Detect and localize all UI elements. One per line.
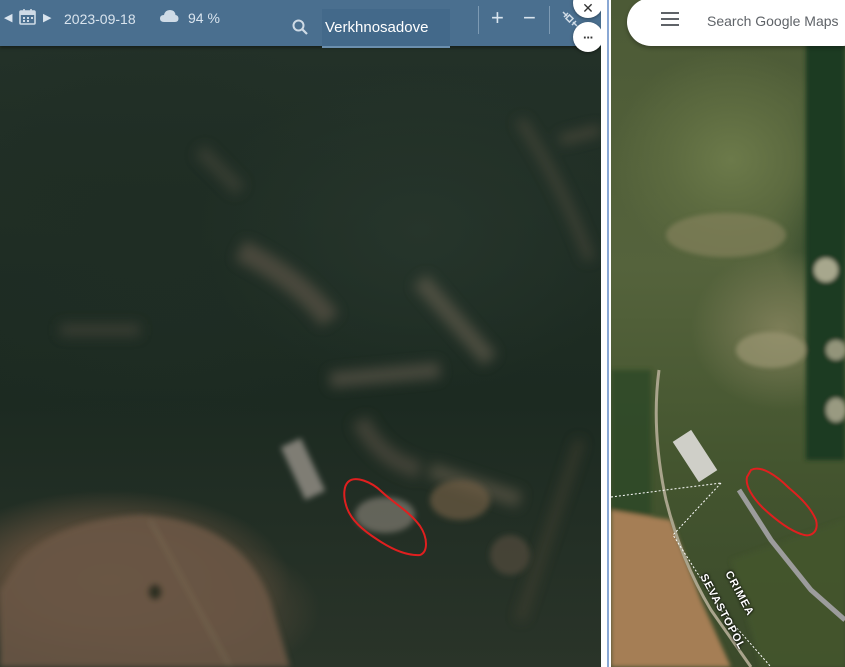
imagery-toolbar: ◀ ▶ 2023-09-18 94 % Verkhnosadove + − — [0, 0, 601, 48]
sentinel-map-view[interactable]: ◀ ▶ 2023-09-18 94 % Verkhnosadove + − ✕ … — [0, 0, 601, 667]
location-search-value[interactable]: Verkhnosadove — [325, 19, 428, 36]
toolbar-divider — [549, 6, 550, 34]
area-outline — [745, 467, 818, 537]
menu-icon[interactable] — [661, 12, 679, 26]
date-label[interactable]: 2023-09-18 — [64, 11, 136, 27]
google-maps-search-input[interactable]: Search Google Maps — [707, 13, 839, 29]
triangle-left-icon[interactable]: ◀ — [4, 11, 12, 24]
more-options-button[interactable]: ··· — [573, 22, 601, 52]
cloud-cover-value[interactable]: 94 % — [188, 10, 220, 26]
toolbar-divider — [478, 6, 479, 34]
satellite-imagery — [0, 117, 601, 667]
split-divider[interactable] — [601, 0, 611, 667]
zoom-in-button[interactable]: + — [491, 5, 504, 31]
zoom-out-button[interactable]: − — [523, 5, 536, 31]
more-icon: ··· — [583, 29, 594, 45]
google-maps-view[interactable]: Search Google Maps CRIMEA SEVASTOPOL — [611, 0, 845, 667]
google-maps-search-bar[interactable]: Search Google Maps — [627, 0, 845, 46]
close-icon: ✕ — [582, 0, 594, 16]
triangle-right-icon[interactable]: ▶ — [43, 11, 51, 24]
satellite-imagery — [611, 40, 845, 667]
